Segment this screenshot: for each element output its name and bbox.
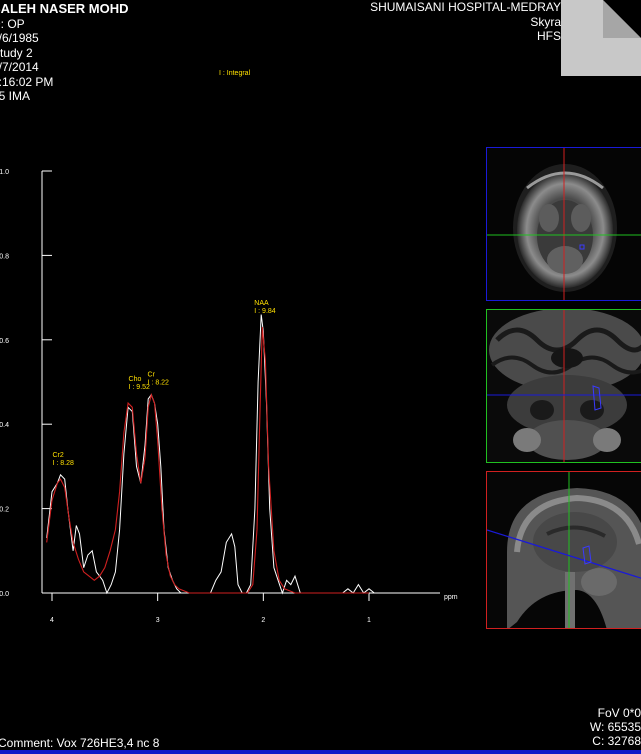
peak-name-label: NAA [254, 300, 269, 307]
bottom-status-bar [0, 750, 641, 754]
x-tick-label: 4 [50, 617, 54, 624]
y-tick-label: 1.0 [0, 169, 9, 176]
sagittal-localizer-view[interactable] [486, 471, 641, 629]
window-value: W: 65535 [589, 720, 641, 734]
y-tick-label: 0.8 [0, 253, 9, 260]
y-tick-label: 0.0 [0, 591, 9, 598]
fit-series-line [46, 327, 369, 594]
view-parameters: FoV 0*0 W: 65535 C: 32768 [590, 706, 641, 748]
coronal-localizer-view[interactable] [486, 309, 641, 463]
y-tick-label: 0.4 [0, 422, 9, 429]
y-tick-label: 0.6 [0, 338, 9, 345]
peak-name-label: Cr [148, 372, 156, 379]
x-tick-label: 1 [367, 617, 371, 624]
spectrum-series-line [46, 314, 375, 595]
peak-integral-label: I : 8.28 [52, 460, 74, 467]
x-axis-unit-label: ppm [444, 594, 458, 601]
footer-comment: Comment: Vox 726HE3,4 nc 8 [0, 736, 160, 750]
x-tick-label: 3 [156, 617, 160, 624]
center-value: C: 32768 [592, 734, 641, 748]
mr-spectrum-chart[interactable]: 0.0 0.2 0.4 0.6 0.8 1.0 4 3 2 1 ppm Cr2I : 8.28 Cho I… [0, 0, 480, 640]
corner-fold-marker [561, 0, 641, 76]
peak-name-label: Cho [129, 376, 142, 383]
y-tick-label: 0.2 [0, 507, 9, 514]
peak-name-label: Cr2 [52, 452, 63, 459]
fov-value: FoV 0*0 [597, 706, 641, 720]
x-tick-label: 2 [261, 617, 265, 624]
peak-integral-label: I : 8.22 [148, 380, 170, 387]
axial-localizer-view[interactable] [486, 147, 641, 301]
peak-integral-label: I : 9.84 [254, 308, 276, 315]
